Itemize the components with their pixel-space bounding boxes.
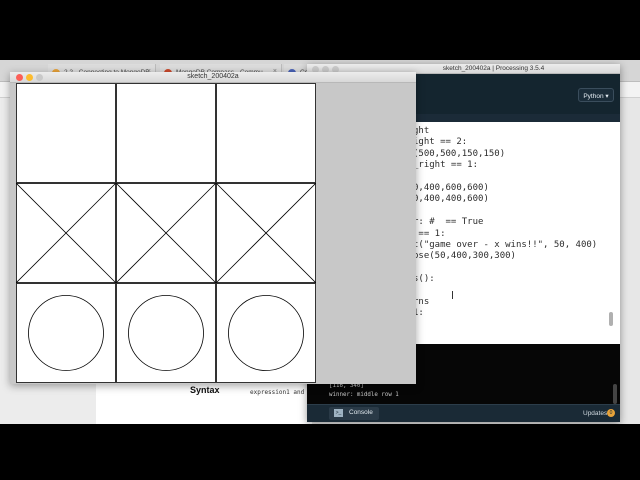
terminal-icon: >_ xyxy=(334,409,343,417)
console-tab[interactable]: >_ Console xyxy=(329,407,379,420)
sketch-title-bar: sketch_200402a xyxy=(10,72,416,83)
sketch-window-title: sketch_200402a xyxy=(187,73,239,80)
board-cell xyxy=(216,83,316,183)
code-line: ght xyxy=(413,126,430,136)
code-line: ight == 2: xyxy=(413,137,468,148)
code-line: s(): xyxy=(413,274,435,285)
console-output: [116, 340] winner: middle row 1 xyxy=(329,382,399,400)
editor-vertical-scrollbar[interactable] xyxy=(609,312,613,326)
sketch-window: sketch_200402a xyxy=(10,72,416,384)
code-line: 0,400,600,600) xyxy=(413,182,489,193)
o-mark xyxy=(228,295,304,371)
code-line: 0,400,400,600) xyxy=(413,194,489,205)
code-line: _right == 1: xyxy=(413,160,479,171)
board-cell xyxy=(16,83,116,183)
syntax-heading: Syntax xyxy=(190,385,220,395)
o-mark xyxy=(128,295,204,371)
updates-badge[interactable]: 0 xyxy=(607,409,615,417)
board-cell xyxy=(16,283,116,383)
console-tab-label: Console xyxy=(349,409,373,416)
code-line: == 1: xyxy=(413,228,446,239)
sketch-canvas[interactable] xyxy=(16,83,316,383)
code-line: r: # == True xyxy=(413,217,484,228)
board-cell xyxy=(116,83,216,183)
code-line: rns xyxy=(413,296,430,307)
ide-window-title: sketch_200402a | Processing 3.5.4 xyxy=(442,65,545,72)
o-mark xyxy=(28,295,104,371)
syntax-code: expression1 and xyxy=(250,389,305,396)
code-line: t("game over - x wins!!", 50, 400) xyxy=(413,239,598,250)
console-line: winner: middle row 1 xyxy=(329,392,399,398)
text-cursor-icon xyxy=(452,291,453,299)
mode-selector-button[interactable]: Python ▾ xyxy=(578,88,614,102)
ide-footer: >_ Console Updates 0 xyxy=(307,404,620,422)
code-line: pse(50,400,300,300) xyxy=(413,251,516,262)
updates-label[interactable]: Updates xyxy=(583,410,607,417)
board-cell xyxy=(216,283,316,383)
board-cell xyxy=(116,283,216,383)
console-scrollbar[interactable] xyxy=(613,384,617,404)
code-line: (500,500,150,150) xyxy=(413,148,506,159)
code-text-area[interactable]: ght ight == 2: (500,500,150,150) _right == … xyxy=(413,126,613,336)
desktop-screen: 2.2 - Connecting to MongoDB × MongoDB Co… xyxy=(0,0,640,480)
code-line: 1: xyxy=(413,308,424,319)
